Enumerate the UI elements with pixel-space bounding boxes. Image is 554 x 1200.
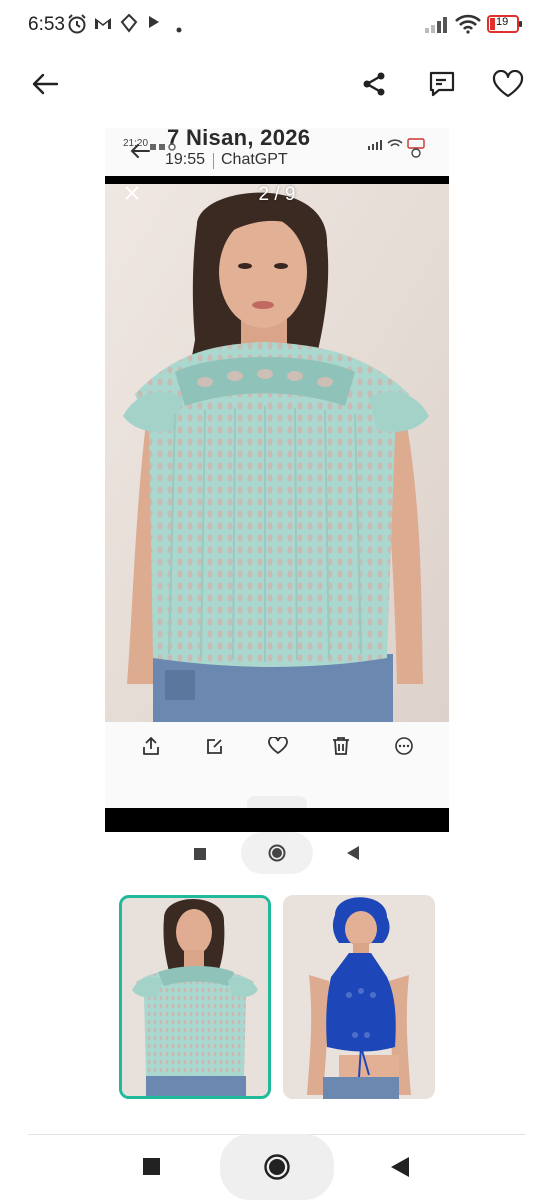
- screenshot-black-bar-bottom: [105, 808, 449, 832]
- screenshot-more-button: [390, 732, 418, 760]
- alarm-icon: [67, 13, 87, 40]
- battery-icon: 19: [487, 14, 523, 39]
- back-arrow-icon: [32, 73, 59, 95]
- woman-crochet-top-image: [105, 184, 449, 722]
- play-store-icon: [147, 13, 161, 36]
- home-button[interactable]: [264, 1154, 290, 1185]
- screenshot-nav-bar: [0, 830, 554, 876]
- screenshot-header: 7 Nisan, 2026 21:20 19:55 ChatGPT: [105, 128, 449, 178]
- back-button[interactable]: [27, 66, 63, 102]
- recents-icon: [194, 847, 206, 865]
- status-bar: 6:53 19: [0, 0, 554, 50]
- screenshot-edit-button: [201, 732, 229, 760]
- screenshot-date-heading: 7 Nisan, 2026: [167, 128, 311, 150]
- blue-crochet-halter-thumbnail: [283, 895, 435, 1099]
- heart-icon: [492, 70, 524, 98]
- image-counter: 2 / 9: [258, 184, 296, 205]
- wifi-icon: [455, 14, 481, 39]
- screenshot-app-time: 19:55: [165, 151, 206, 168]
- share-button[interactable]: [356, 66, 392, 102]
- screenshot-share-button: [137, 732, 165, 760]
- favorite-button[interactable]: [490, 66, 526, 102]
- system-nav-bar: [0, 1134, 554, 1200]
- top-toolbar: [0, 56, 554, 112]
- screenshot-handle: [247, 796, 307, 808]
- gmail-icon: [93, 13, 113, 38]
- status-time: 6:53: [28, 14, 65, 35]
- gallery-screenshot[interactable]: 7 Nisan, 2026 21:20 19:55 ChatGPT 2 / 9: [105, 128, 449, 832]
- screenshot-black-bar-top: [105, 176, 449, 184]
- screenshot-divider: [213, 153, 214, 169]
- recents-button[interactable]: [143, 1158, 160, 1180]
- screenshot-delete-button: [327, 732, 355, 760]
- screenshot-favorite-button: [264, 732, 292, 760]
- thumbnail-item[interactable]: [283, 895, 435, 1099]
- comment-icon: [429, 71, 455, 97]
- share-icon: [363, 72, 385, 96]
- more-notifications-dot: [176, 20, 182, 38]
- more-icon: [395, 737, 413, 755]
- product-photo[interactable]: 2 / 9: [105, 184, 449, 722]
- heart-icon: [268, 737, 288, 755]
- trash-icon: [333, 737, 349, 755]
- share-icon: [143, 737, 159, 755]
- home-icon: [268, 844, 286, 867]
- comment-button[interactable]: [424, 66, 460, 102]
- back-nav-button[interactable]: [391, 1157, 409, 1182]
- battery-level: 19: [496, 16, 509, 28]
- screenshot-back-icon: [129, 143, 151, 164]
- edit-icon: [207, 739, 222, 754]
- signal-icon: [424, 16, 450, 39]
- back-icon: [391, 1157, 409, 1177]
- notification-app-icon: [120, 13, 138, 38]
- screenshot-app-label: 19:55: [165, 151, 205, 169]
- back-icon: [347, 846, 359, 865]
- mint-crochet-top-thumbnail: [122, 898, 268, 1096]
- screenshot-signal-icons: [367, 138, 429, 163]
- screenshot-app-name: ChatGPT: [221, 151, 288, 168]
- thumbnail-strip: [0, 895, 554, 1100]
- thumbnail-selected[interactable]: [119, 895, 271, 1099]
- home-icon: [264, 1154, 290, 1180]
- recents-icon: [143, 1158, 160, 1175]
